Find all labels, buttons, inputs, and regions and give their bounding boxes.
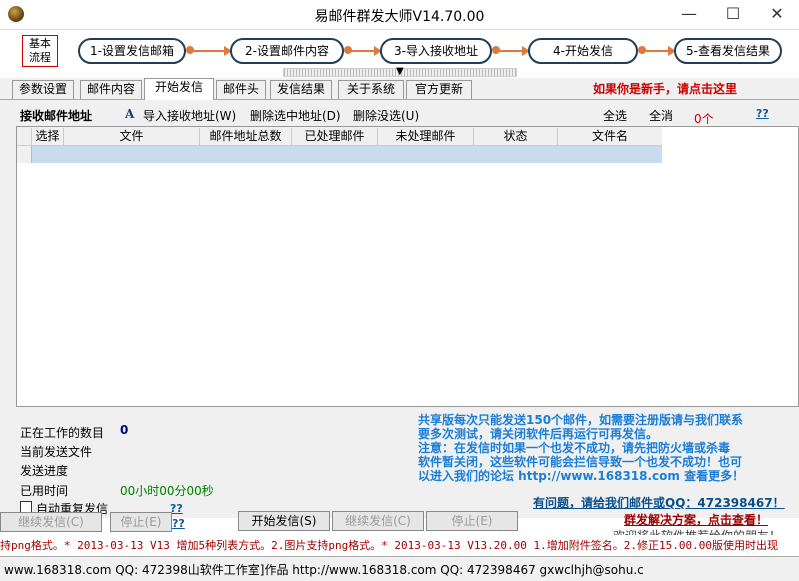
status-text: www.168318.com QQ: 472398山软件工作室]作品 http:… xyxy=(4,563,644,577)
col-status[interactable]: 状态 xyxy=(474,128,558,145)
select-all-button[interactable]: 全选 xyxy=(603,107,627,124)
tab-mail-content[interactable]: 邮件内容 xyxy=(80,80,142,99)
tab-mail-header[interactable]: 邮件头 xyxy=(216,80,266,99)
chevron-down-icon[interactable]: ▼ xyxy=(396,66,404,77)
stop-button[interactable]: 停止(E) xyxy=(426,511,518,531)
left-stop-button[interactable]: 停止(E) xyxy=(110,512,172,532)
delete-selected-button[interactable]: 删除选中地址(D) xyxy=(250,107,341,124)
tab-about[interactable]: 关于系统 xyxy=(338,80,404,99)
col-select[interactable]: 选择 xyxy=(32,128,64,145)
flow-dot xyxy=(186,46,194,54)
current-file-label: 当前发送文件 xyxy=(20,445,93,459)
flow-step-2[interactable]: 2-设置邮件内容 xyxy=(230,38,344,64)
notice-text: 共享版每次只能发送150个邮件，如需要注册版请与我们联系 要多次测试，请关闭软件… xyxy=(418,413,745,483)
flow-dot xyxy=(492,46,500,54)
progress-label: 发送进度 xyxy=(20,464,69,478)
elapsed-label: 已用时间 xyxy=(20,484,69,498)
import-icon[interactable]: A xyxy=(125,107,134,121)
header-corner xyxy=(17,128,32,145)
col-unprocessed[interactable]: 未处理邮件 xyxy=(378,128,474,145)
help-link[interactable]: ?? xyxy=(172,517,185,530)
help-link[interactable]: ?? xyxy=(756,107,769,120)
flow-step-5[interactable]: 5-查看发信结果 xyxy=(674,38,782,64)
col-file[interactable]: 文件 xyxy=(64,128,200,145)
tab-start-send[interactable]: 开始发信 xyxy=(144,78,214,100)
tab-send-results[interactable]: 发信结果 xyxy=(270,80,332,99)
flow-step-4[interactable]: 4-开始发信 xyxy=(528,38,638,64)
col-total[interactable]: 邮件地址总数 xyxy=(200,128,292,145)
elapsed-time: 00小时00分00秒 xyxy=(120,484,214,498)
clear-all-button[interactable]: 全消 xyxy=(649,107,673,124)
col-filename[interactable]: 文件名 xyxy=(558,128,662,145)
section-label: 接收邮件地址 xyxy=(20,109,93,123)
working-label: 正在工作的数目 xyxy=(20,426,105,440)
flow-step-1[interactable]: 1-设置发信邮箱 xyxy=(78,38,186,64)
address-table[interactable] xyxy=(16,126,799,407)
left-continue-button[interactable]: 继续发信(C) xyxy=(0,512,102,532)
col-processed[interactable]: 已处理邮件 xyxy=(292,128,378,145)
table-row[interactable] xyxy=(32,146,662,163)
start-send-button[interactable]: 开始发信(S) xyxy=(238,511,330,531)
tab-updates[interactable]: 官方更新 xyxy=(406,80,472,99)
flow-dot xyxy=(344,46,352,54)
address-count: 0个 xyxy=(694,112,714,126)
contact-link[interactable]: 有问题，请给我们邮件或QQ：472398467！ xyxy=(533,494,785,511)
row-indicator xyxy=(17,146,32,163)
flow-step-3[interactable]: 3-导入接收地址 xyxy=(380,38,492,64)
close-button[interactable]: ✕ xyxy=(755,0,799,28)
flow-dot xyxy=(638,46,646,54)
newbie-help-link[interactable]: 如果你是新手，请点击这里 xyxy=(593,80,737,97)
maximize-button[interactable]: ☐ xyxy=(711,0,755,28)
tab-params[interactable]: 参数设置 xyxy=(12,80,74,99)
basic-flow-label: 基本 流程 xyxy=(22,35,58,67)
import-address-button[interactable]: 导入接收地址(W) xyxy=(143,107,236,124)
delete-unsent-button[interactable]: 删除没选(U) xyxy=(353,107,419,124)
ticker-text: 持png格式。* 2013-03-13 V13 增加5种列表方式。2.图片支持p… xyxy=(0,539,778,552)
solution-link[interactable]: 群发解决方案，点击查看！ xyxy=(624,511,768,528)
working-count: 0 xyxy=(120,423,129,437)
continue-send-button[interactable]: 继续发信(C) xyxy=(332,511,424,531)
minimize-button[interactable]: — xyxy=(667,0,711,28)
